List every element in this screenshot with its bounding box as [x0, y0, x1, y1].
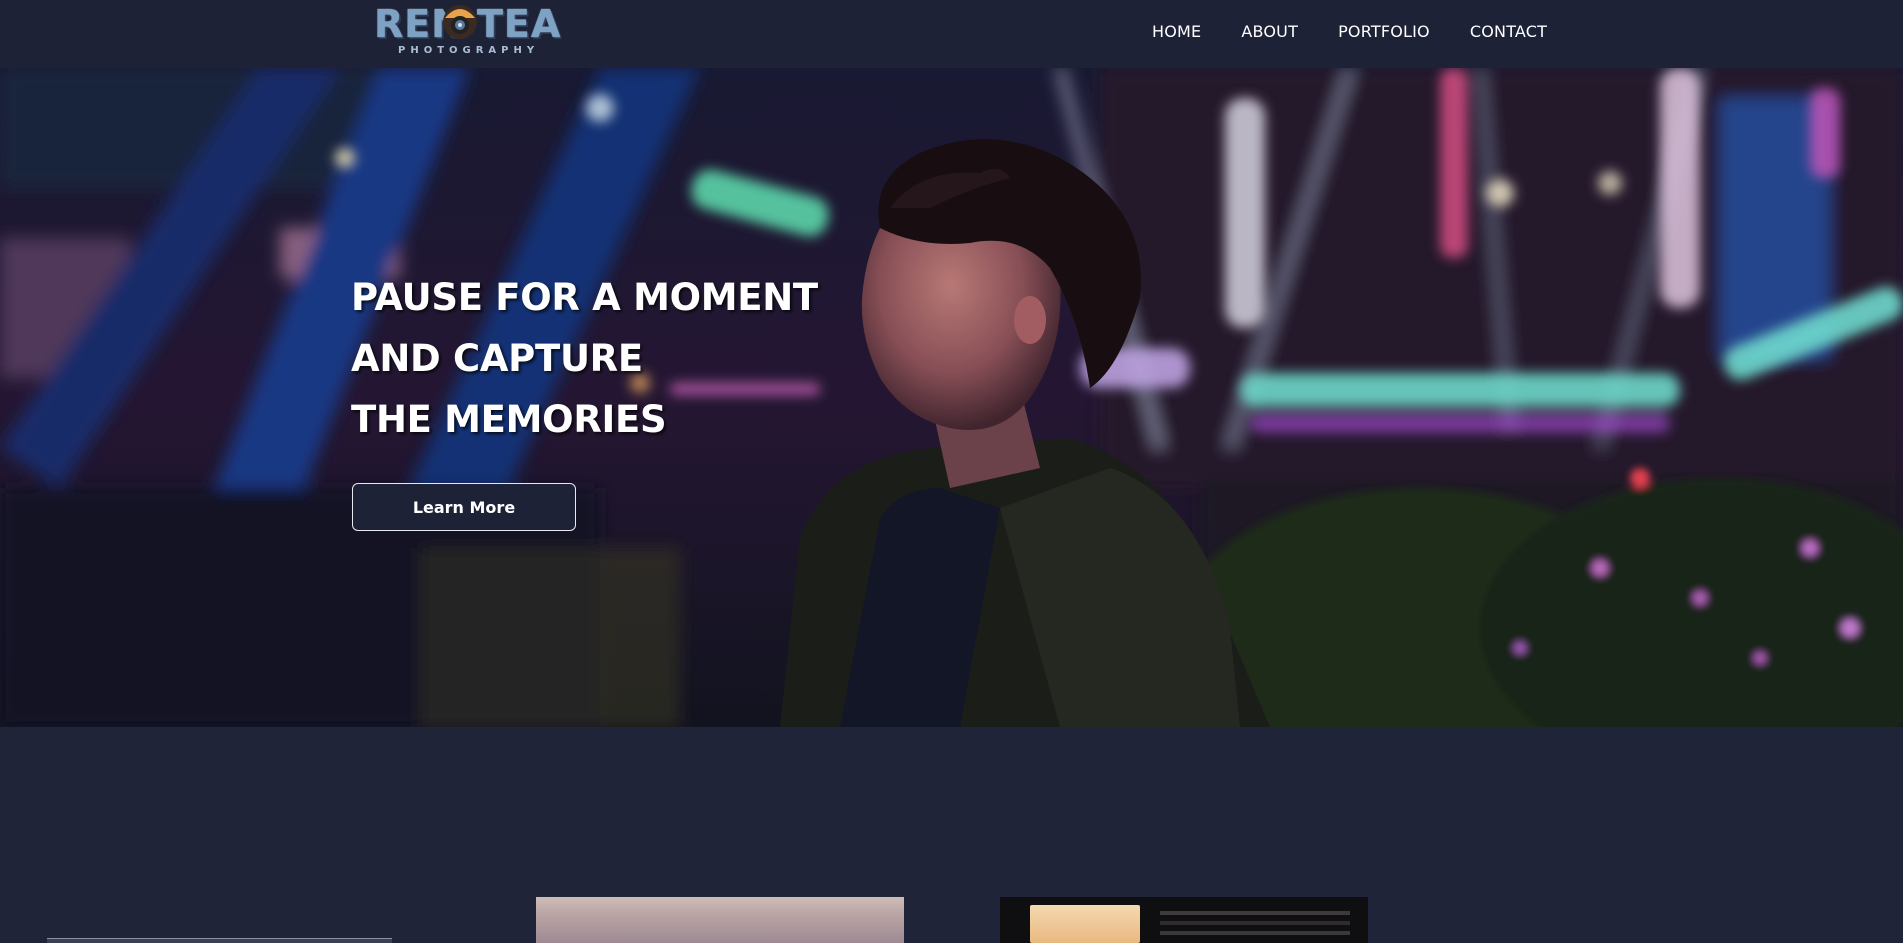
logo-word-right: TEA: [477, 2, 562, 46]
hero-heading: PAUSE FOR A MOMENT AND CAPTURE THE MEMOR…: [351, 267, 818, 450]
top-navbar: REN TEA PHOTOGRAPHY HOME ABOUT PORTFOLIO…: [0, 0, 1903, 68]
gallery-section: [0, 727, 1903, 943]
logo-subtitle: PHOTOGRAPHY: [398, 45, 540, 56]
hero-heading-line-1: PAUSE FOR A MOMENT: [351, 276, 818, 319]
camera-mascot-icon: [443, 5, 477, 39]
hero-background-photo: [0, 68, 1903, 727]
photo-lamp-detail: [1030, 905, 1140, 943]
main-nav: HOME ABOUT PORTFOLIO CONTACT: [1152, 22, 1587, 41]
card-edge-left: [47, 938, 392, 943]
hero-heading-line-3: THE MEMORIES: [351, 398, 667, 441]
gallery-photo-1[interactable]: [536, 897, 904, 943]
hero-heading-line-2: AND CAPTURE: [351, 337, 643, 380]
hero-section: PAUSE FOR A MOMENT AND CAPTURE THE MEMOR…: [0, 68, 1903, 727]
site-logo[interactable]: REN TEA PHOTOGRAPHY: [374, 0, 560, 60]
nav-link-portfolio[interactable]: PORTFOLIO: [1338, 22, 1430, 41]
nav-link-home[interactable]: HOME: [1152, 22, 1201, 41]
gallery-photo-2[interactable]: [1000, 897, 1368, 943]
photo-shelf-detail: [1160, 911, 1350, 915]
learn-more-button[interactable]: Learn More: [352, 483, 576, 531]
nav-link-contact[interactable]: CONTACT: [1470, 22, 1547, 41]
nav-link-about[interactable]: ABOUT: [1241, 22, 1298, 41]
